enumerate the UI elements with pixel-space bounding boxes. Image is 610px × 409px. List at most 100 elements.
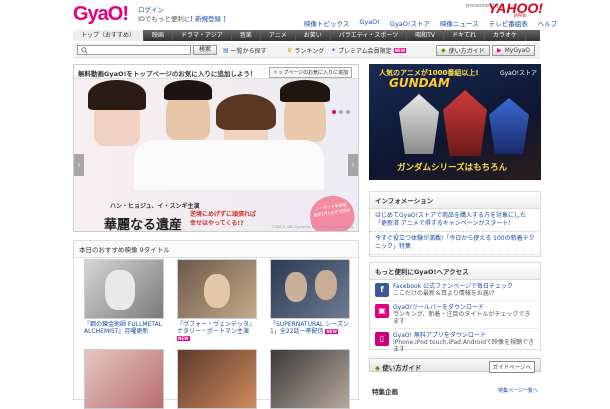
top-link-gyao[interactable]: GyaO!	[359, 18, 380, 28]
new-badge: NEW	[393, 48, 407, 53]
gyao-logo[interactable]: GyaO!	[73, 3, 129, 26]
login-link[interactable]: ログイン	[138, 6, 226, 15]
tagline-line-1: 逆境にめげずに頑張れば	[190, 211, 257, 218]
search-bar: 検索 ▤ 一覧から探す ♛ ランキング ✦ プレミアム会員限定 NEW ◆ 使い方ガイド …	[73, 43, 540, 58]
tile-caption-text: 『ヴフォー・ヴェンデッタ』ナタリー・ポートマン主演	[177, 321, 256, 335]
top-link-store[interactable]: GyaO!ストア	[390, 18, 430, 28]
info-box: インフォメーション はじめてGyaO!ストアで商品を購入する方を対象にした「更新…	[369, 191, 541, 257]
banner-header-title: 無料動画GyaO!をトップページのお気に入りに追加しよう！	[78, 70, 257, 78]
tab-showa[interactable]: 昭和TV	[407, 30, 445, 41]
header: GyaO! ログイン IDでもっと便利に[ 新規登録 ] presented b…	[0, 0, 610, 30]
tab-music[interactable]: 音楽	[232, 30, 261, 41]
ranking-label: ランキング	[294, 48, 325, 55]
banner-image: ハン・ヒョジュ、イ・スンギ主演 華麗なる遺産 逆境にめげずに頑張れば 幸せはやっ…	[74, 80, 358, 231]
add-favorite-button[interactable]: トップページのお気に入りに追加	[269, 67, 352, 78]
tab-drama[interactable]: ドラマ・アジア	[173, 30, 232, 41]
ranking-link[interactable]: ♛ ランキング	[287, 46, 324, 55]
access-item-toolbar[interactable]: ▣ GyaO!ツールバーをダウンロード ランキング、新着・注目のタイトルがチェック…	[370, 301, 540, 329]
access-header: もっと便利にGyaO!へアクセス	[370, 263, 540, 280]
recommend-header: 本日のおすすめ映像 9タイトル	[74, 241, 358, 258]
tab-variety[interactable]: バラエティ・スポーツ	[331, 30, 408, 41]
mygyao-button[interactable]: ▶ MyGyaO	[492, 45, 535, 56]
access-item-sub: ここだけの最新＆耳より情報をお届け	[393, 290, 495, 297]
tab-anime[interactable]: アニメ	[261, 30, 296, 41]
tile-caption[interactable]: 『鋼の錬金術師 FULLMETAL ALCHEMIST』月曜更新	[84, 321, 164, 335]
premium-icon: ✦	[331, 47, 337, 54]
tab-comedy[interactable]: お笑い	[296, 30, 331, 41]
thumbnail[interactable]	[270, 349, 350, 409]
info-item[interactable]: はじめてGyaO!ストアで商品を購入する方を対象にした「更新済 アニメで得するキ…	[370, 209, 540, 232]
premium-link[interactable]: ✦ プレミアム会員限定 NEW	[331, 46, 407, 55]
login-area: ログイン IDでもっと便利に[ 新規登録 ]	[138, 6, 226, 24]
recommend-tile[interactable]: 「SUPERNATURAL シーズン1」全22話一挙配信 NEW	[270, 259, 350, 335]
guide-label: ◆ 使い方ガイド	[375, 362, 421, 372]
access-box: もっと便利にGyaO!へアクセス f Facebook 公式ファンページで毎日チ…	[369, 262, 541, 357]
banner-header: 無料動画GyaO!をトップページのお気に入りに追加しよう！ トップページのお気に…	[74, 65, 358, 79]
search-input[interactable]	[77, 45, 191, 55]
slide-dots	[332, 110, 350, 114]
ad-series-text: ガンダムシリーズはもちろん	[397, 163, 508, 173]
guide-icon: ◆	[441, 47, 446, 54]
banner-tagline: 逆境にめげずに頑張れば 幸せはやってくる!?	[190, 210, 256, 228]
access-item-facebook[interactable]: f Facebook 公式ファンページで毎日チェック ここだけの最新＆耳より情報を…	[370, 280, 540, 301]
next-arrow-icon[interactable]: ›	[348, 154, 358, 176]
recommend-tile[interactable]: 『鋼の錬金術師 FULLMETAL ALCHEMIST』月曜更新	[84, 259, 164, 335]
mygyao-label: MyGyaO	[504, 47, 530, 54]
recommend-section: 本日のおすすめ映像 9タイトル 『鋼の錬金術師 FULLMETAL ALCHEM…	[73, 240, 359, 409]
ad-store-label: GyaO!ストア	[499, 70, 537, 77]
special-list-link[interactable]: 特集ページ一覧へ	[498, 387, 538, 394]
recommend-tile[interactable]	[270, 349, 350, 409]
tile-caption[interactable]: 『ヴフォー・ヴェンデッタ』ナタリー・ポートマン主演 NEW	[177, 321, 257, 342]
top-link-tv-guide[interactable]: テレビ番組表	[489, 18, 528, 28]
tile-caption[interactable]: 「SUPERNATURAL シーズン1」全22話一挙配信 NEW	[270, 321, 350, 335]
guide-button[interactable]: ◆ 使い方ガイド	[436, 45, 490, 56]
thumbnail[interactable]	[177, 349, 257, 409]
banner-subtitle: ハン・ヒョジュ、イ・スンギ主演	[110, 203, 200, 210]
mygyao-icon: ▶	[497, 47, 502, 54]
access-item-app[interactable]: ▯ GyaO! 無料アプリをダウンロード iPhone,iPod touch,iP…	[370, 329, 540, 357]
register-link[interactable]: [ 新規登録 ]	[190, 15, 225, 23]
gundam-ad[interactable]: 人気のアニメが1000番組以上! GyaO!ストア GUNDAM ガンダムシリー…	[369, 64, 541, 180]
thumbnail[interactable]	[84, 259, 164, 319]
info-item[interactable]: 今すぐ役立つ体験が満載!「今日から使える 100の新着テクニック」特集	[370, 232, 540, 255]
slide-dot[interactable]	[332, 110, 336, 114]
tab-karaoke[interactable]: カラオケ	[485, 30, 527, 41]
thumbnail[interactable]	[84, 349, 164, 409]
slide-dot[interactable]	[346, 110, 350, 114]
recommend-tile[interactable]	[177, 349, 257, 409]
prev-arrow-icon[interactable]: ‹	[74, 154, 84, 176]
facebook-icon: f	[375, 283, 389, 297]
top-link-topics[interactable]: 映像トピックス	[304, 18, 349, 28]
search-icon	[81, 46, 88, 54]
access-item-title: GyaO!ツールバーをダウンロード	[393, 304, 485, 311]
guide-bar: ◆ 使い方ガイド ガイドページへ	[369, 358, 541, 373]
app-icon: ▯	[375, 332, 389, 346]
access-item-sub: ランキング、新着・注目のタイトルがチェックできます	[393, 311, 531, 325]
info-header: インフォメーション	[370, 192, 540, 209]
slide-dot[interactable]	[339, 110, 343, 114]
tab-movie[interactable]: 映画	[144, 30, 174, 41]
top-links: 映像トピックス GyaO! GyaO!ストア 映像ニュース テレビ番組表 ヘルプ	[304, 18, 557, 28]
recommend-tile[interactable]: 『ヴフォー・ヴェンデッタ』ナタリー・ポートマン主演 NEW	[177, 259, 257, 342]
banner-copyright: ©SBS & SBS Contents Hub. All rights rese…	[271, 225, 354, 229]
ad-logo: GUNDAM	[389, 76, 450, 90]
search-button[interactable]: 検索	[193, 45, 217, 55]
recommend-tile[interactable]	[84, 349, 164, 409]
list-search-link[interactable]: ▤ 一覧から探す	[223, 46, 267, 55]
thumbnail[interactable]	[270, 259, 350, 319]
access-item-title: Facebook 公式ファンページで毎日チェック	[393, 283, 513, 290]
feature-banner[interactable]: 無料動画GyaO!をトップページのお気に入りに追加しよう！ トップページのお気に…	[73, 64, 359, 232]
guide-bar-icon: ◆	[375, 364, 380, 372]
crown-icon: ♛	[287, 47, 293, 54]
access-item-title: GyaO! 無料アプリをダウンロード	[393, 332, 486, 339]
premium-label: プレミアム会員限定	[338, 48, 392, 55]
tab-top[interactable]: トップ（おすすめ）	[73, 30, 145, 41]
main-nav: トップ（おすすめ） 映画 ドラマ・アジア 音楽 アニメ お笑い バラエティ・スポ…	[73, 30, 540, 41]
top-link-news[interactable]: 映像ニュース	[440, 18, 479, 28]
top-link-help[interactable]: ヘルプ	[538, 18, 558, 28]
list-search-label: 一覧から探す	[230, 48, 267, 55]
thumbnail[interactable]	[177, 259, 257, 319]
tab-doki[interactable]: ドキてれ	[444, 30, 486, 41]
guide-page-button[interactable]: ガイドページへ	[488, 361, 535, 373]
banner-main-title: 華麗なる遺産	[104, 218, 183, 231]
